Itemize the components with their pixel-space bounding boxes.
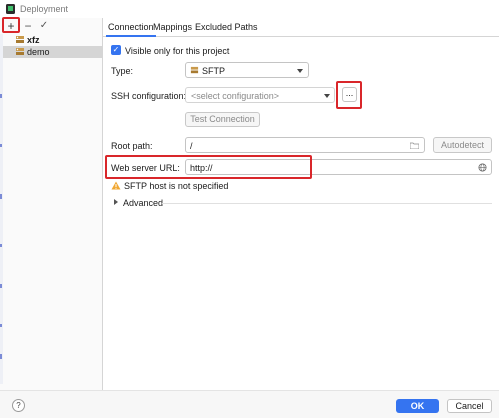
chevron-down-icon <box>297 69 303 73</box>
web-server-url-highlight <box>105 155 312 179</box>
tab-connection[interactable]: Connection <box>106 21 156 37</box>
tab-bar: Connection Mappings Excluded Paths <box>103 18 499 37</box>
type-select[interactable]: SFTP <box>185 62 309 78</box>
add-button-highlight <box>2 17 20 33</box>
warning-icon <box>111 181 121 190</box>
root-path-input[interactable]: / <box>185 137 425 153</box>
root-path-label: Root path: <box>111 141 153 151</box>
server-item-demo[interactable]: demo <box>3 46 102 58</box>
visible-only-checkbox[interactable]: ✓ <box>111 45 121 55</box>
type-value: SFTP <box>202 66 226 76</box>
server-name: xfz <box>27 35 40 45</box>
root-path-value: / <box>190 141 193 151</box>
cancel-button[interactable]: Cancel <box>447 399 492 413</box>
ssh-configuration-placeholder: <select configuration> <box>191 91 280 101</box>
remove-server-button[interactable]: − <box>21 19 35 33</box>
advanced-divider <box>162 203 492 204</box>
title-bar <box>0 0 499 18</box>
warning-message: SFTP host is not specified <box>124 181 229 191</box>
ssh-configuration-label: SSH configuration: <box>111 91 187 101</box>
left-edge-strip <box>0 34 3 384</box>
folder-icon[interactable] <box>410 142 419 149</box>
server-name: demo <box>27 47 50 57</box>
tab-excluded-paths[interactable]: Excluded Paths <box>195 21 258 37</box>
globe-icon[interactable] <box>478 163 487 172</box>
ssh-configuration-select[interactable]: <select configuration> <box>185 87 335 103</box>
chevron-right-icon[interactable] <box>114 199 118 205</box>
sftp-server-icon <box>16 48 24 55</box>
chevron-down-icon <box>324 94 330 98</box>
deployment-app-icon <box>6 4 15 14</box>
set-default-button[interactable]: ✓ <box>37 19 51 33</box>
sftp-server-icon <box>16 36 24 43</box>
server-item-xfz[interactable]: xfz <box>3 34 102 46</box>
autodetect-button[interactable]: Autodetect <box>433 137 492 153</box>
visible-only-label: Visible only for this project <box>125 46 230 56</box>
test-connection-button[interactable]: Test Connection <box>185 112 260 127</box>
advanced-section-toggle[interactable]: Advanced <box>123 197 163 209</box>
server-list-panel <box>0 18 103 390</box>
type-label: Type: <box>111 66 134 76</box>
window-title: Deployment <box>20 4 69 14</box>
ssh-browse-highlight <box>336 81 362 109</box>
tab-mappings[interactable]: Mappings <box>153 21 192 37</box>
ok-button[interactable]: OK <box>396 399 439 413</box>
help-button[interactable]: ? <box>12 399 25 412</box>
sftp-server-icon <box>190 66 199 74</box>
